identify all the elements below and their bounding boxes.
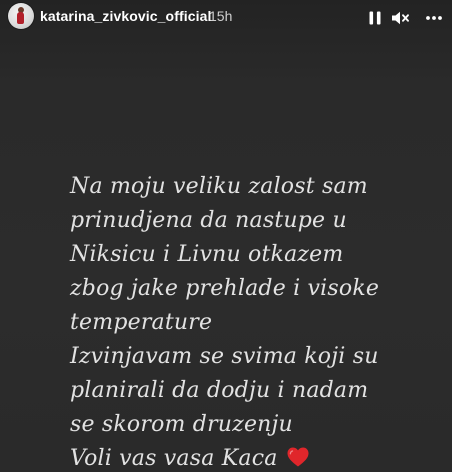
more-horizontal-icon[interactable] bbox=[424, 9, 444, 27]
story-text-line: se skorom druzenju bbox=[70, 412, 293, 437]
pause-icon[interactable] bbox=[366, 9, 384, 27]
story-signoff: Voli vas vasa Kaca bbox=[70, 446, 278, 471]
story-text: Na moju veliku zalost sam prinudjena da … bbox=[70, 170, 440, 472]
heart-emoji-icon bbox=[287, 447, 309, 467]
story-text-line: prinudjena da nastupe u bbox=[70, 208, 347, 233]
story-text-last-line: Voli vas vasa Kaca bbox=[70, 442, 440, 472]
avatar[interactable] bbox=[8, 3, 34, 29]
story-text-line: Izvinjavam se svima koji su bbox=[70, 344, 379, 369]
username[interactable]: katarina_zivkovic_official bbox=[40, 8, 211, 24]
story-text-line: Na moju veliku zalost sam bbox=[70, 174, 368, 199]
avatar-figure-body bbox=[17, 12, 24, 24]
speaker-muted-icon[interactable] bbox=[390, 9, 410, 27]
story-text-line: Niksicu i Livnu otkazem bbox=[70, 242, 344, 267]
story-text-line: planirali da dodju i nadam bbox=[70, 378, 369, 403]
story-viewer: katarina_zivkovic_official 15h Na moju v… bbox=[0, 0, 452, 472]
story-text-line: zbog jake prehlade i visoke bbox=[70, 276, 380, 301]
story-header: katarina_zivkovic_official 15h bbox=[0, 0, 452, 40]
timestamp: 15h bbox=[209, 8, 233, 24]
story-text-line: temperature bbox=[70, 310, 213, 335]
